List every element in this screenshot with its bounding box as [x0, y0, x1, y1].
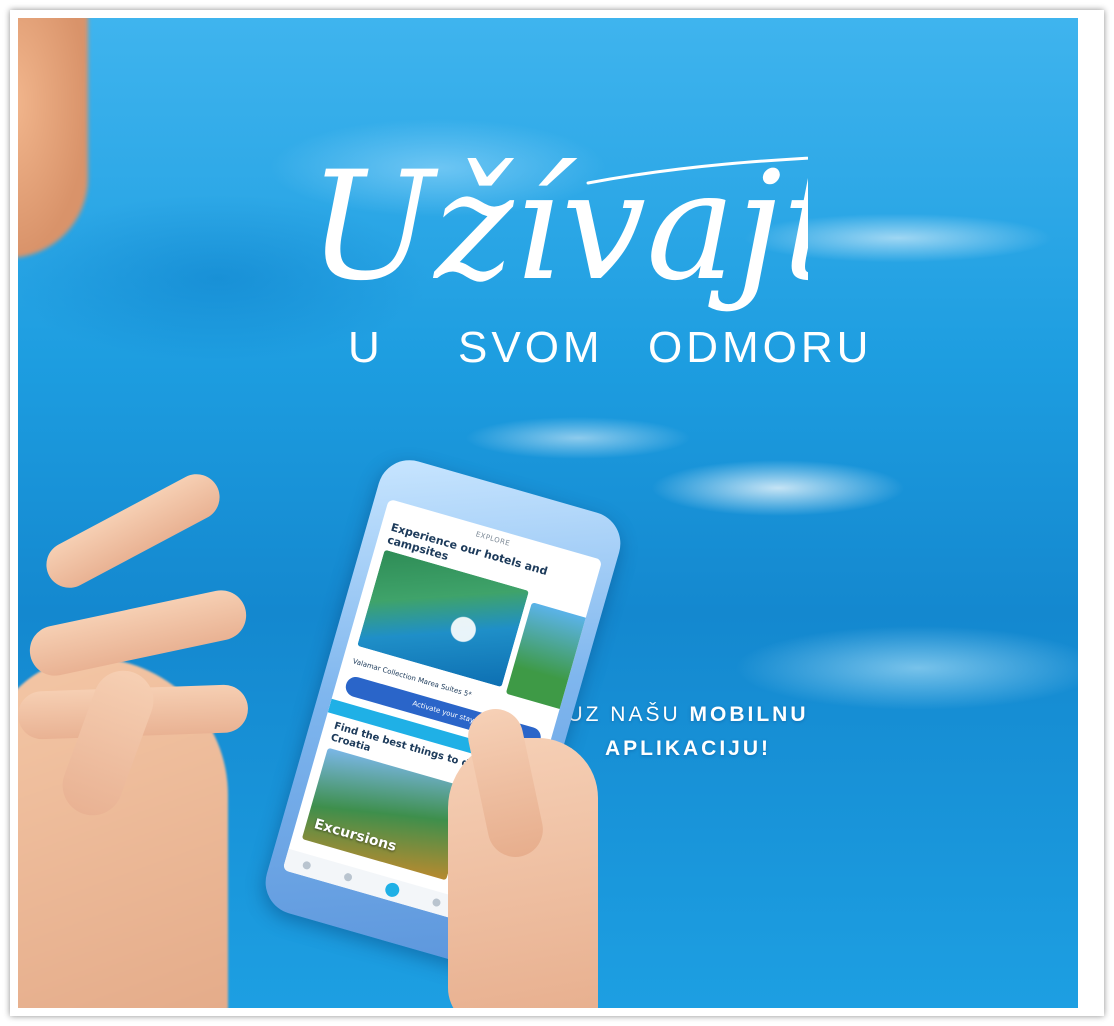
subtitle-word-svom: SVOM	[458, 323, 604, 372]
nav-explore-icon[interactable]	[342, 872, 353, 883]
excursions-label: Excursions	[312, 816, 399, 855]
script-headline-text: Užívajte	[308, 140, 808, 314]
cta-bold-1: MOBILNU	[689, 703, 809, 726]
subtitle-word-u: U	[348, 323, 384, 372]
cta-bold-2: APLIKACIJU!	[604, 737, 771, 760]
left-finger-index	[38, 466, 228, 596]
script-headline: Užívajte	[308, 140, 808, 314]
nav-home-icon[interactable]	[301, 860, 312, 871]
shoulder-skin	[18, 18, 88, 258]
nav-main-icon[interactable]	[383, 881, 401, 899]
promo-photo: Užívajte U SVOM ODMORU UZ NAŠU MOBILNU A…	[18, 18, 1078, 1008]
subtitle-word-odmoru: ODMORU	[648, 323, 873, 372]
app-cta-text: UZ NAŠU MOBILNU APLIKACIJU!	[538, 698, 838, 766]
cta-lead: UZ NAŠU	[567, 703, 681, 726]
nav-bookings-icon[interactable]	[431, 897, 442, 908]
